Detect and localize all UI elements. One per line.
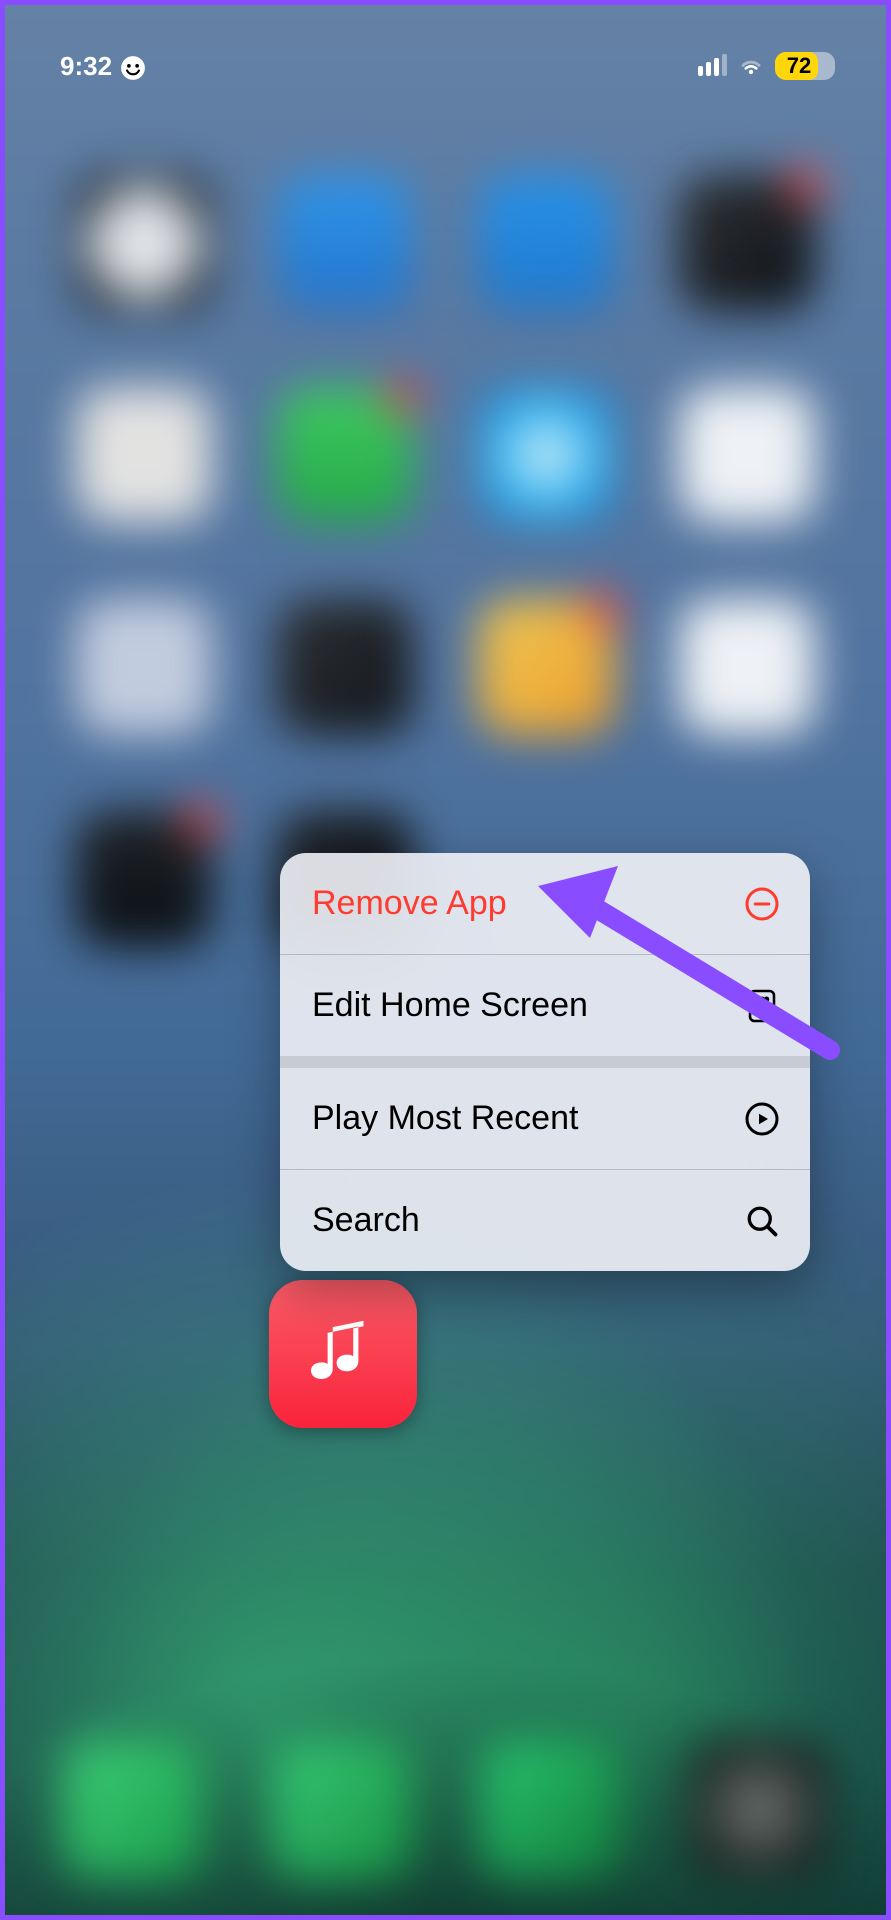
app-icon-blurred: [277, 599, 413, 735]
wifi-icon: [738, 53, 764, 79]
dock-app-icon-blurred: [271, 1739, 411, 1879]
app-icon-blurred: [76, 387, 212, 523]
battery-percent: 72: [775, 52, 835, 80]
app-icon-blurred: [478, 175, 614, 311]
app-icon-blurred: [76, 599, 212, 735]
grid-apps-icon: [744, 988, 780, 1024]
search-icon: [744, 1203, 780, 1239]
battery-indicator: 72: [775, 52, 835, 80]
app-context-menu: Remove App Edit Home Screen Play Most Re…: [280, 853, 810, 1271]
cellular-signal-icon: [698, 56, 727, 76]
dock: [28, 1721, 863, 1896]
status-bar: 9:32 72: [0, 46, 891, 86]
app-icon-blurred: [679, 599, 815, 735]
menu-label-edit-home-screen: Edit Home Screen: [312, 986, 588, 1025]
app-icon-blurred: [76, 175, 212, 311]
menu-item-search[interactable]: Search: [280, 1170, 810, 1271]
app-icon-music[interactable]: [269, 1280, 417, 1428]
menu-label-play-most-recent: Play Most Recent: [312, 1099, 578, 1138]
app-icon-blurred: [679, 387, 815, 523]
music-note-icon: [302, 1313, 384, 1395]
app-icon-blurred: [478, 387, 614, 523]
dock-app-icon-blurred: [689, 1739, 829, 1879]
status-time: 9:32: [60, 51, 112, 82]
app-icon-blurred: [277, 387, 413, 523]
dock-app-icon-blurred: [480, 1739, 620, 1879]
app-icon-blurred: [478, 599, 614, 735]
menu-item-edit-home-screen[interactable]: Edit Home Screen: [280, 955, 810, 1056]
menu-label-search: Search: [312, 1201, 420, 1240]
play-circle-icon: [744, 1101, 780, 1137]
minus-circle-icon: [744, 886, 780, 922]
menu-item-play-most-recent[interactable]: Play Most Recent: [280, 1068, 810, 1169]
dock-app-icon-blurred: [62, 1739, 202, 1879]
app-icon-blurred: [277, 175, 413, 311]
app-icon-blurred: [76, 811, 212, 947]
face-icon: [120, 51, 146, 82]
menu-item-remove-app[interactable]: Remove App: [280, 853, 810, 954]
app-icon-blurred: [679, 175, 815, 311]
menu-label-remove-app: Remove App: [312, 884, 507, 923]
status-left: 9:32: [60, 51, 146, 82]
status-right: 72: [698, 52, 835, 80]
